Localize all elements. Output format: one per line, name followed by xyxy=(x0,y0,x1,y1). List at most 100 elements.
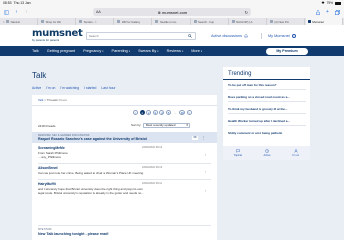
nav-talk[interactable]: Talk xyxy=(32,49,39,53)
reload-icon[interactable]: ↻ xyxy=(245,10,248,15)
nav-pregnancy[interactable]: Pregnancy ▾ xyxy=(83,49,103,53)
browser-tab[interactable]: Shop for Wo xyxy=(39,18,77,25)
breadcrumb-talk[interactable]: Talk xyxy=(38,98,43,102)
chevron-down-icon: ▾ xyxy=(186,123,188,127)
browser-tab-active[interactable]: Mumsnet xyxy=(305,18,343,25)
trending-item[interactable]: To think my husband is grossly ill at th… xyxy=(228,107,308,111)
browser-tab[interactable]: Search - hop xyxy=(192,18,229,25)
browser-tab[interactable]: × Natural xyxy=(1,18,39,25)
favicon xyxy=(269,20,273,23)
search-icon[interactable] xyxy=(186,33,193,40)
tabs-overview-icon[interactable] xyxy=(335,9,340,15)
my-mumsnet-link[interactable]: My Mumsnet xyxy=(268,34,296,38)
pagination-page[interactable]: 3 xyxy=(152,110,158,115)
breadcrumb-current: Threads I'm on xyxy=(46,98,67,102)
trending-title: Trending xyxy=(228,71,252,77)
post-item[interactable]: AlisonBrewl 22/04/2022 09:13 Can we just… xyxy=(38,166,210,175)
trending-item[interactable]: Does parking on a closed road count as a… xyxy=(228,95,308,99)
nav-more[interactable]: More ▾ xyxy=(191,49,202,53)
forward-icon[interactable]: › xyxy=(24,9,29,15)
search-input[interactable] xyxy=(89,34,186,38)
status-date: Thu 13 Jan xyxy=(13,1,31,5)
active-discussions-link[interactable]: Active discussions xyxy=(211,34,248,38)
browser-tab[interactable]: Sunlan - > xyxy=(77,18,115,25)
subnav-started[interactable]: I started xyxy=(84,86,96,90)
browser-tab[interactable]: (2) New Pm xyxy=(268,18,305,25)
post-time: 22/04/2022 09:11 xyxy=(142,182,162,185)
nav-getting-pregnant[interactable]: Getting pregnant xyxy=(47,49,75,53)
post-body: Can we just note her crime. Being asked … xyxy=(38,171,144,176)
thread-header[interactable]: FEMINISM: SEX & GENDER DISCUSSIONS Raque… xyxy=(32,132,217,143)
premium-button[interactable]: My Premium xyxy=(266,47,308,55)
trending-item[interactable]: To be put off man for this reason? xyxy=(228,83,308,87)
site-header: mumsnet by parents for parents Active di… xyxy=(0,25,344,46)
back-icon[interactable]: ‹ xyxy=(14,9,19,15)
user-icon xyxy=(294,149,298,153)
thread-title[interactable]: New Talk launching tonight - please read… xyxy=(38,232,109,236)
status-time: 08:53 xyxy=(3,1,12,5)
subnav-watching[interactable]: I'm watching xyxy=(60,86,79,90)
page-title: Talk xyxy=(32,71,47,80)
favicon xyxy=(41,20,45,23)
chevron-down-icon: ▾ xyxy=(128,49,131,53)
chevron-down-icon: ▾ xyxy=(181,49,184,53)
trending-item[interactable]: Shitty comment or am I being pathetic xyxy=(228,131,308,135)
trending-tab-topical[interactable]: Topical xyxy=(234,149,242,157)
post-body: and I sincerely hope that Bristol univer… xyxy=(38,187,144,196)
pagination-page[interactable]: 48 xyxy=(179,110,186,115)
site-logo[interactable]: mumsnet by parents for parents xyxy=(32,28,83,42)
clock-icon xyxy=(265,149,269,153)
trending-tab-im-on[interactable]: I'm on xyxy=(292,149,299,157)
browser-tab[interactable]: WR for Galaxy xyxy=(115,18,153,25)
pagination-prev[interactable]: < xyxy=(133,110,138,115)
pagination-page[interactable]: 4 xyxy=(159,110,165,115)
post-item[interactable]: ScreamingMeMe 22/04/2022 09:14 From Sara… xyxy=(38,146,210,159)
pagination-page[interactable]: 1 xyxy=(139,110,145,115)
nav-swears-by[interactable]: Swears By ▾ xyxy=(138,49,158,53)
subnav-active[interactable]: Active xyxy=(32,86,41,90)
pagination-page[interactable]: 5 xyxy=(165,110,171,115)
chevron-right-icon[interactable]: › xyxy=(205,152,206,157)
chevron-down-icon: ▾ xyxy=(102,49,104,53)
favicon xyxy=(117,20,121,23)
sort-label: Sort by: xyxy=(131,123,142,127)
thread-message-count: 68 xyxy=(192,136,198,140)
new-tab-icon[interactable]: + xyxy=(325,9,330,15)
sort-select[interactable]: Most recently updated ▾ xyxy=(143,122,191,128)
browser-tab[interactable]: NACLNP) | A xyxy=(230,18,267,25)
pagination-next[interactable]: > xyxy=(186,110,192,115)
nav-reviews[interactable]: Reviews ▾ xyxy=(167,49,184,53)
post-item[interactable]: HairyMuffit 22/04/2022 09:11 and I since… xyxy=(38,182,210,195)
chevron-right-icon[interactable]: › xyxy=(205,188,206,193)
wifi-icon xyxy=(321,1,325,5)
trending-tab-active[interactable]: Active xyxy=(263,149,271,157)
more-options-icon[interactable]: ⋮ xyxy=(202,136,206,140)
post-author: AlisonBrewl xyxy=(38,166,58,170)
avatar-icon xyxy=(291,34,296,38)
address-bar[interactable]: AA mumsnet.com ↻ xyxy=(93,8,251,16)
chevron-right-icon[interactable]: › xyxy=(205,169,206,174)
post-body: From Sarah Phillimore ....any_Phillimore xyxy=(38,151,68,160)
favicon xyxy=(193,20,197,23)
close-icon[interactable]: × xyxy=(3,20,5,24)
sidebar-icon[interactable] xyxy=(4,9,9,15)
threads-card: Talk > Threads I'm on < 1 2 3 4 5 ... 48… xyxy=(32,95,217,240)
battery-percent: 79% xyxy=(326,1,333,5)
battery-icon xyxy=(335,1,341,5)
chevron-down-icon: ▾ xyxy=(200,49,203,53)
trending-item[interactable]: Health Worker turned up after I declined… xyxy=(228,119,308,123)
search-box[interactable] xyxy=(86,32,196,40)
share-icon[interactable] xyxy=(315,9,320,15)
pagination-ellipsis: ... xyxy=(172,110,178,115)
subnav-last-hour[interactable]: Last hour xyxy=(101,86,115,90)
subnav-im-on[interactable]: I'm on xyxy=(46,86,55,90)
post-time: 22/04/2022 09:14 xyxy=(142,146,163,149)
sort-control: Sort by: Most recently updated ▾ xyxy=(131,122,191,128)
pagination-page[interactable]: 2 xyxy=(146,110,152,115)
breadcrumb: Talk > Threads I'm on xyxy=(38,98,67,102)
nav-parenting[interactable]: Parenting ▾ xyxy=(112,49,131,53)
thread-title[interactable]: Raquel Rosario Sanchez's case against th… xyxy=(38,137,211,141)
chevron-down-icon: ▾ xyxy=(157,49,159,53)
browser-tab[interactable]: Seattle to Go xyxy=(153,18,191,25)
thread-count: 2418 threads xyxy=(38,123,56,128)
